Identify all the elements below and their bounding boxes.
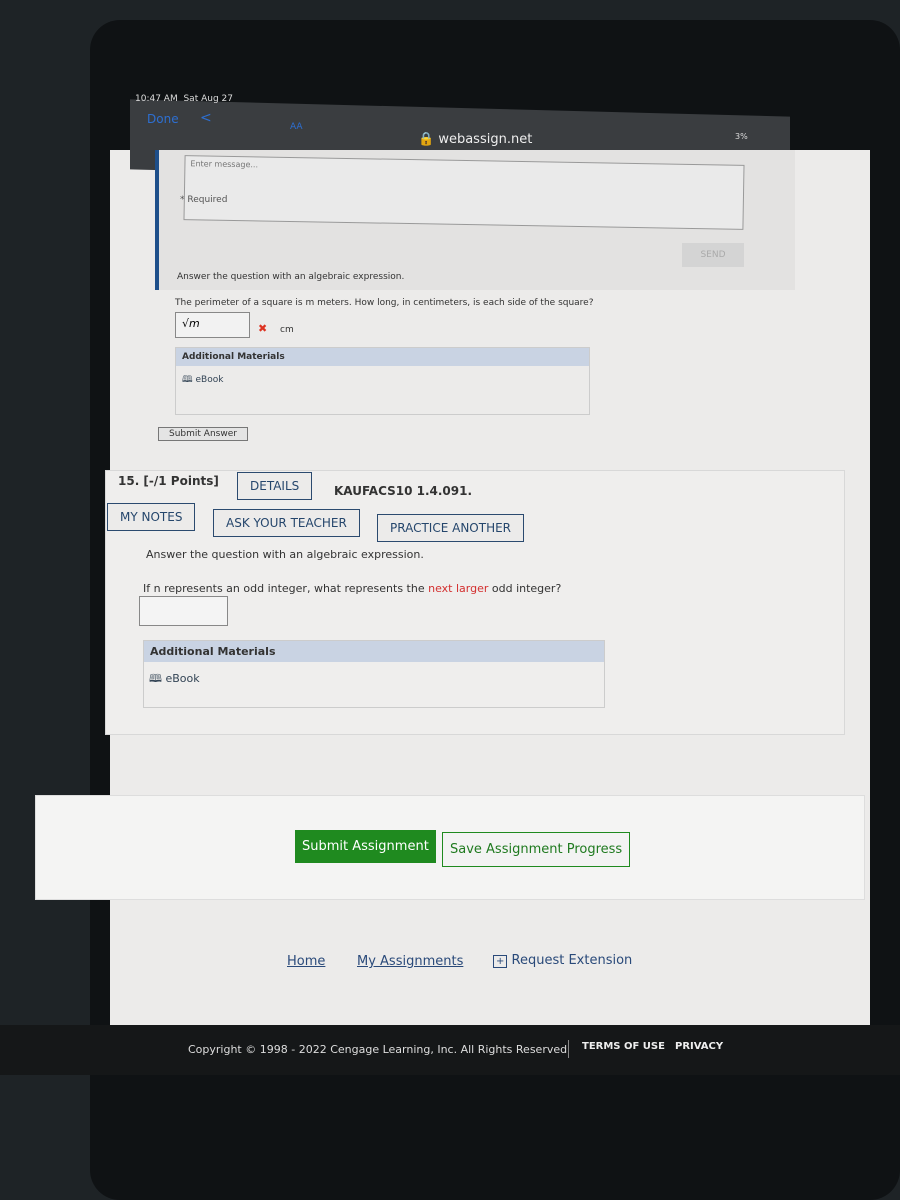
q15-instruction: Answer the question with an algebraic ex… (146, 548, 424, 561)
submit-answer-button[interactable]: Submit Answer (158, 427, 248, 441)
ebook-link[interactable]: 🕮 eBook (144, 662, 604, 697)
lock-icon: 🔒 (418, 132, 435, 147)
my-assignments-link[interactable]: My Assignments (357, 954, 463, 969)
ask-teacher-button[interactable]: ASK YOUR TEACHER (213, 509, 360, 537)
incorrect-icon: ✖ (258, 322, 268, 335)
q15-additional-materials: Additional Materials 🕮 eBook (143, 640, 605, 708)
ebook-link[interactable]: 🕮 eBook (176, 366, 589, 394)
q15-answer-input[interactable] (139, 596, 228, 626)
q14-additional-materials: Additional Materials 🕮 eBook (175, 347, 590, 415)
back-button[interactable]: < (200, 110, 212, 126)
q15-question: If n represents an odd integer, what rep… (143, 582, 561, 595)
additional-materials-header: Additional Materials (176, 348, 589, 366)
unit-label: cm (280, 325, 294, 335)
home-link[interactable]: Home (287, 954, 325, 969)
practice-another-button[interactable]: PRACTICE ANOTHER (377, 514, 525, 542)
calendar-plus-icon: + (493, 955, 508, 968)
q14-answer-input[interactable]: √m (175, 312, 250, 338)
url-text: webassign.net (438, 132, 533, 147)
submit-assignment-button[interactable]: Submit Assignment (295, 830, 436, 863)
required-label: * Required (180, 195, 228, 205)
request-extension-label: Request Extension (511, 953, 633, 968)
request-extension-link[interactable]: + Request Extension (493, 953, 632, 968)
terms-link[interactable]: TERMS OF USE (582, 1041, 665, 1052)
q14-question: The perimeter of a square is m meters. H… (175, 298, 594, 308)
status-bar: 10:47 AM Sat Aug 27 (135, 94, 233, 104)
book-icon: 🕮 (149, 672, 162, 685)
send-button[interactable]: SEND (682, 243, 744, 267)
q15-emphasis: next larger (428, 582, 489, 595)
message-input[interactable]: Enter message... (183, 155, 745, 230)
copyright: Copyright © 1998 - 2022 Cengage Learning… (188, 1043, 568, 1056)
q15-question-end: odd integer? (488, 582, 562, 595)
battery-indicator: 3% (735, 132, 748, 141)
privacy-link[interactable]: PRIVACY (675, 1041, 723, 1052)
text-size-button[interactable]: AA (290, 122, 303, 132)
footer-divider (568, 1040, 569, 1058)
ebook-label: eBook (165, 672, 200, 685)
date: Sat Aug 27 (183, 94, 233, 104)
url-bar[interactable]: 🔒 webassign.net (418, 132, 532, 147)
book-icon: 🕮 (182, 375, 193, 385)
save-progress-button[interactable]: Save Assignment Progress (442, 832, 631, 867)
time: 10:47 AM (135, 94, 178, 104)
question-number: 15. [-/1 Points] (118, 474, 219, 488)
q14-instruction: Answer the question with an algebraic ex… (177, 272, 405, 282)
additional-materials-header: Additional Materials (144, 641, 604, 662)
my-notes-button[interactable]: MY NOTES (107, 503, 196, 531)
details-button[interactable]: DETAILS (237, 472, 313, 500)
question-code: KAUFACS10 1.4.091. (334, 484, 473, 498)
q15-question-text: If n represents an odd integer, what rep… (143, 582, 429, 595)
done-button[interactable]: Done (147, 112, 179, 126)
ebook-label: eBook (195, 375, 224, 385)
